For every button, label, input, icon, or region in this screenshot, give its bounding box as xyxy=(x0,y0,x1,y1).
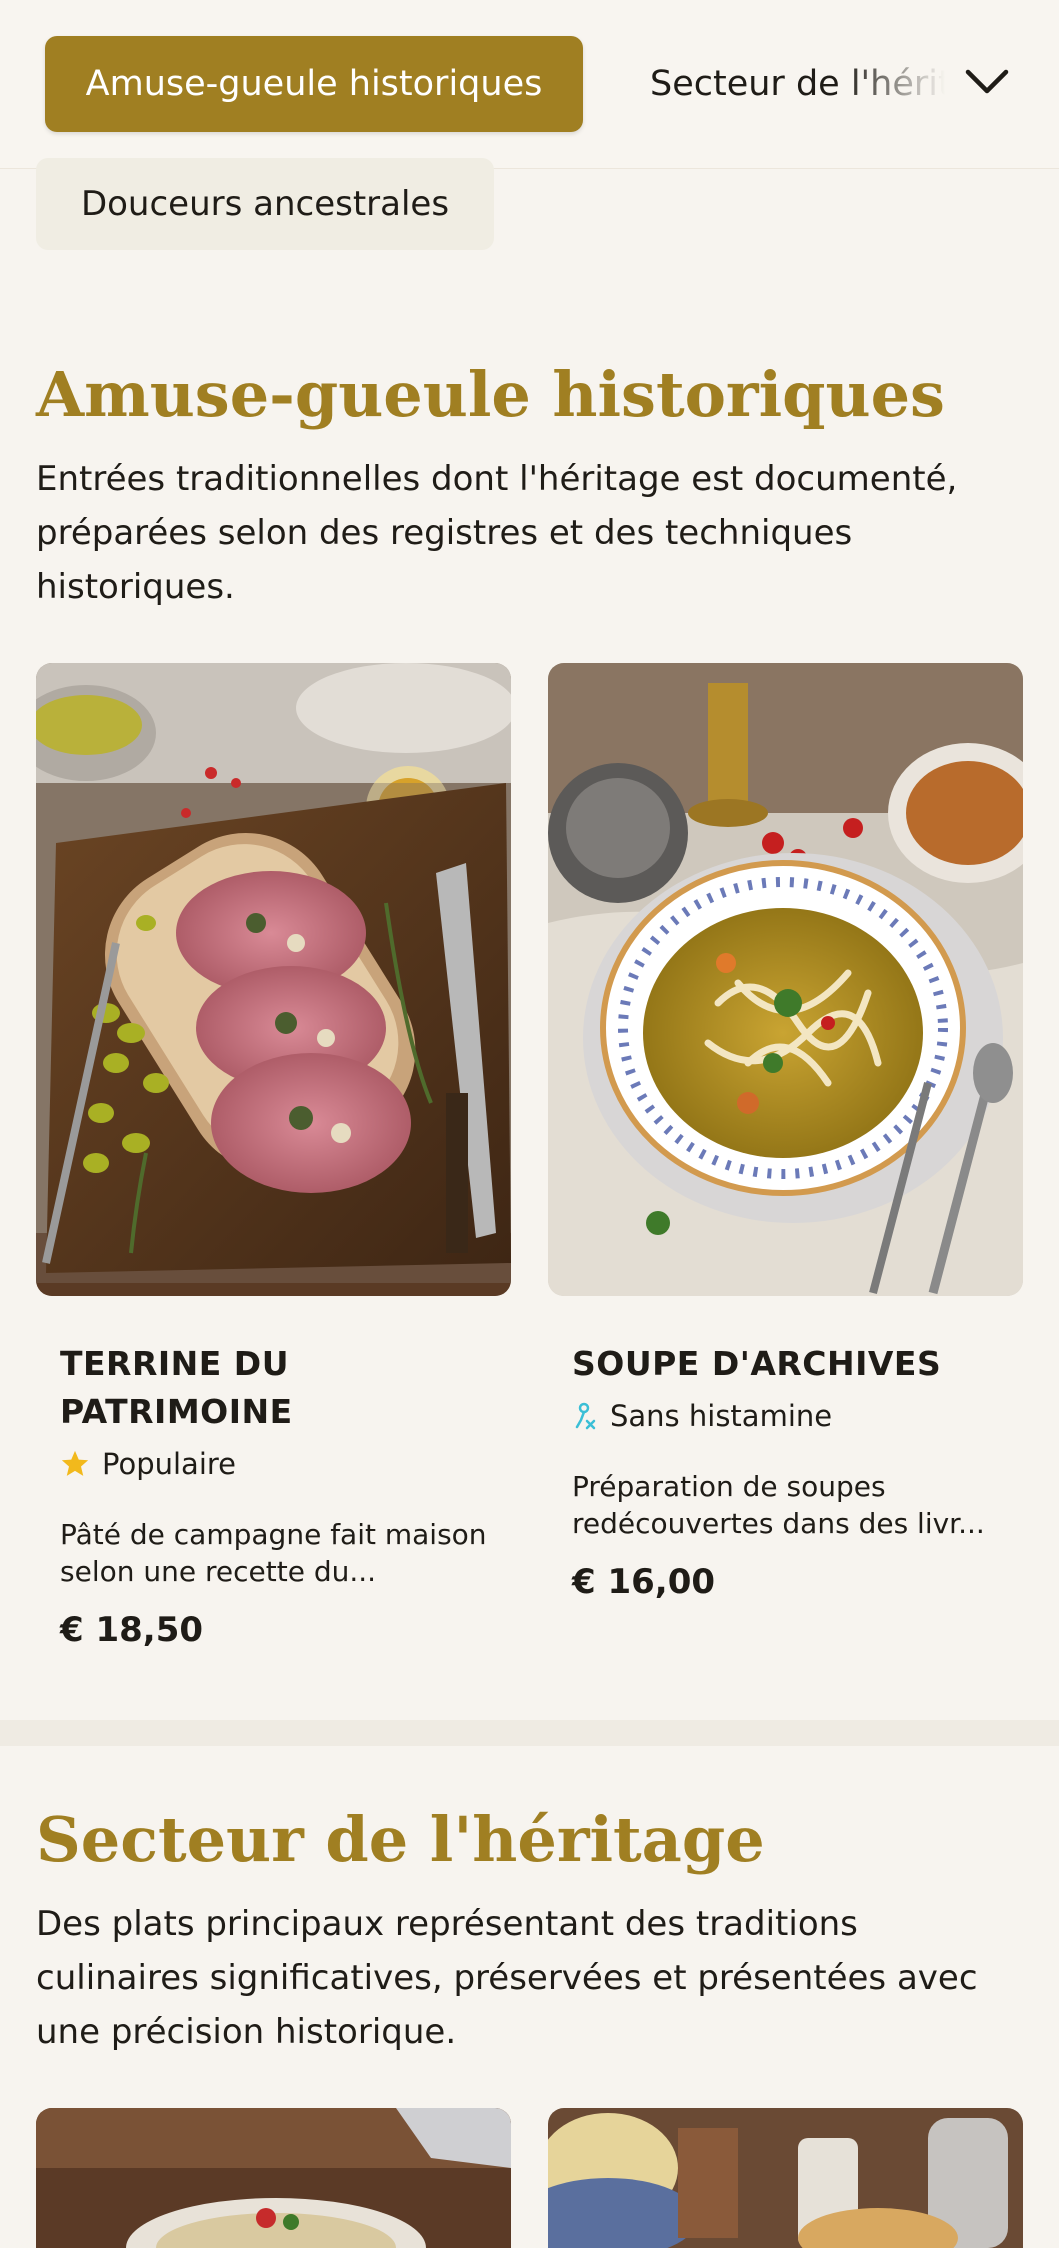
chevron-down-icon xyxy=(965,69,1009,94)
tab-douceurs-ancestrales[interactable]: Douceurs ancestrales xyxy=(36,158,494,250)
soupe-photo xyxy=(548,663,1023,1296)
menu-item-price: € 18,50 xyxy=(60,1610,204,1650)
dish-photo xyxy=(36,2108,511,2248)
menu-item-card[interactable]: SOUPE D'ARCHIVES Sans histamine Préparat… xyxy=(548,663,1023,1602)
section-title-secteur-heritage: Secteur de l'héritage xyxy=(36,1803,765,1876)
category-nav-bar: Amuse-gueule historiques Secteur de l'hé… xyxy=(0,0,1059,169)
menu-item-badge-label: Populaire xyxy=(102,1447,236,1481)
star-icon xyxy=(61,1450,89,1476)
menu-item-badge-label: Sans histamine xyxy=(610,1399,833,1433)
section-description-secteur-heritage: Des plats principaux représentant des tr… xyxy=(36,1904,978,2052)
menu-item-name: TERRINE DU PATRIMOINE xyxy=(60,1344,293,1431)
menu-item-card[interactable] xyxy=(36,2108,511,2248)
tab-secteur-heritage[interactable]: Secteur de l'héritage xyxy=(650,36,945,132)
terrine-photo xyxy=(36,663,511,1296)
menu-item-price: € 16,00 xyxy=(572,1562,716,1602)
menu-item-description: Pâté de campagne fait maison selon une r… xyxy=(60,1518,487,1588)
menu-item-card[interactable] xyxy=(548,2108,1023,2248)
menu-item-name: SOUPE D'ARCHIVES xyxy=(572,1344,942,1383)
category-dropdown-button[interactable] xyxy=(955,50,1019,114)
tab-amuse-gueule-historiques[interactable]: Amuse-gueule historiques xyxy=(45,36,583,132)
menu-item-badge: Populaire xyxy=(60,1444,487,1484)
menu-item-description: Préparation de soupes redécouvertes dans… xyxy=(572,1470,985,1540)
dish-photo xyxy=(548,2108,1023,2248)
section-description-amuse-gueule: Entrées traditionnelles dont l'héritage … xyxy=(36,459,958,607)
histamine-free-icon xyxy=(575,1402,596,1430)
section-title-amuse-gueule: Amuse-gueule historiques xyxy=(36,358,945,431)
menu-item-badge: Sans histamine xyxy=(572,1396,999,1436)
section-divider xyxy=(0,1720,1059,1746)
menu-item-card[interactable]: TERRINE DU PATRIMOINE Populaire Pâté de … xyxy=(36,663,511,1650)
